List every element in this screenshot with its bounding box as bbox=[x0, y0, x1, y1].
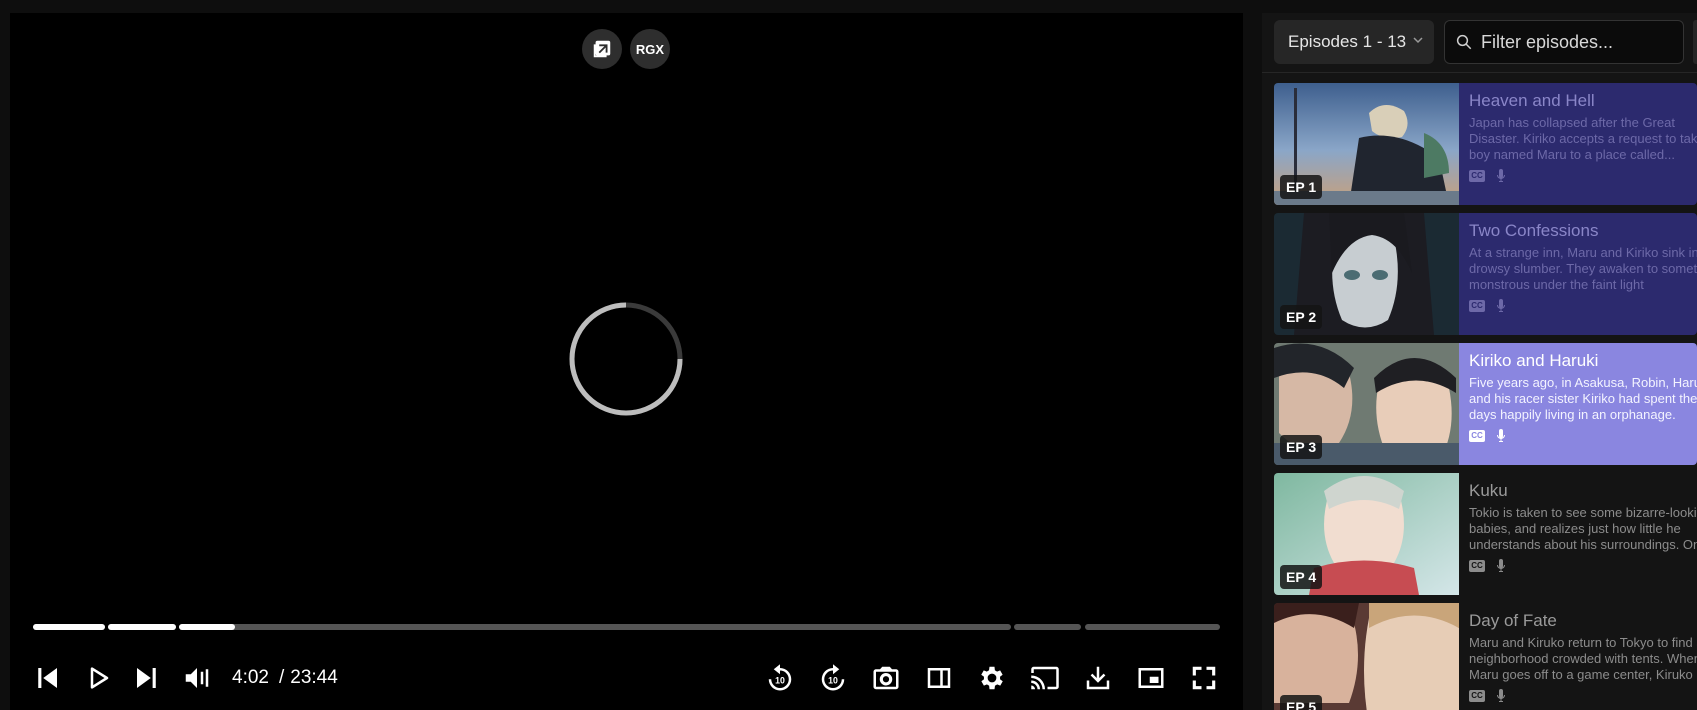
progress-fill bbox=[108, 624, 176, 630]
picture-in-picture-icon[interactable] bbox=[1132, 659, 1170, 697]
chapter-segment bbox=[179, 624, 1011, 630]
episode-thumbnail: EP 4 bbox=[1274, 473, 1459, 595]
cc-icon: CC bbox=[1469, 430, 1485, 442]
cc-icon: CC bbox=[1469, 560, 1485, 572]
episode-meta: CC bbox=[1469, 689, 1687, 703]
seek-bar[interactable] bbox=[33, 624, 1220, 630]
episode-range-label: Episodes 1 - 13 bbox=[1288, 32, 1407, 51]
skip-previous-icon[interactable] bbox=[28, 659, 66, 697]
current-time: 4:02 bbox=[232, 667, 269, 688]
episode-info: Kiriko and Haruki Five years ago, in Asa… bbox=[1459, 343, 1697, 465]
fullscreen-icon[interactable] bbox=[1185, 659, 1223, 697]
filter-episodes-input[interactable] bbox=[1481, 31, 1681, 53]
episode-meta: CC bbox=[1469, 299, 1687, 313]
sidebar-extra-button[interactable] bbox=[1693, 20, 1697, 64]
mic-icon bbox=[1496, 429, 1506, 442]
episode-description: Japan has collapsed after the Great Disa… bbox=[1469, 115, 1697, 162]
volume-icon[interactable] bbox=[178, 659, 216, 697]
episode-number-badge: EP 2 bbox=[1280, 305, 1323, 329]
episode-title: Two Confessions bbox=[1469, 221, 1599, 240]
player-top-actions: RGX bbox=[582, 29, 670, 69]
episode-card-5[interactable]: EP 5 Day of Fate Maru and Kiruko return … bbox=[1274, 603, 1697, 710]
episode-thumbnail: EP 5 bbox=[1274, 603, 1459, 710]
episode-title: Kuku bbox=[1469, 481, 1508, 500]
cc-icon: CC bbox=[1469, 690, 1485, 702]
episode-card-2[interactable]: EP 2 Two Confessions At a strange inn, M… bbox=[1274, 213, 1697, 335]
episode-description: Five years ago, in Asakusa, Robin, Haruk… bbox=[1469, 375, 1697, 422]
episode-card-3[interactable]: EP 3 Kiriko and Haruki Five years ago, i… bbox=[1274, 343, 1697, 465]
progress-fill bbox=[33, 624, 105, 630]
episode-thumbnail: EP 3 bbox=[1274, 343, 1459, 465]
episode-meta: CC bbox=[1469, 169, 1687, 183]
episode-thumbnail: EP 1 bbox=[1274, 83, 1459, 205]
episode-info: Heaven and Hell Japan has collapsed afte… bbox=[1459, 83, 1697, 205]
episode-number-badge: EP 3 bbox=[1280, 435, 1323, 459]
episode-info: Two Confessions At a strange inn, Maru a… bbox=[1459, 213, 1697, 335]
settings-gear-icon[interactable] bbox=[973, 659, 1011, 697]
episode-number-badge: EP 4 bbox=[1280, 565, 1323, 589]
search-icon bbox=[1456, 34, 1472, 50]
rewind-10-icon[interactable]: 10 bbox=[761, 659, 799, 697]
episode-info: Kuku Tokio is taken to see some bizarre-… bbox=[1459, 473, 1697, 595]
episode-sidebar: Episodes 1 - 13 Filter episodes... EP 1 … bbox=[1262, 13, 1697, 710]
mic-icon bbox=[1496, 689, 1506, 702]
episode-info: Day of Fate Maru and Kiruko return to To… bbox=[1459, 603, 1697, 710]
theater-mode-icon[interactable] bbox=[920, 659, 958, 697]
anime-player-page: RGX 4:02 / 23:44 10 10 Episodes 1 - 13 F… bbox=[0, 0, 1697, 710]
svg-text:10: 10 bbox=[775, 676, 785, 686]
episode-card-4[interactable]: EP 4 Kuku Tokio is taken to see some biz… bbox=[1274, 473, 1697, 595]
screenshot-icon[interactable] bbox=[867, 659, 905, 697]
episode-card-1[interactable]: EP 1 Heaven and Hell Japan has collapsed… bbox=[1274, 83, 1697, 205]
episode-meta: CC bbox=[1469, 559, 1687, 573]
play-icon[interactable] bbox=[78, 659, 116, 697]
episode-title: Heaven and Hell bbox=[1469, 91, 1595, 110]
episode-title: Kiriko and Haruki bbox=[1469, 351, 1599, 370]
chevron-down-icon bbox=[1413, 37, 1423, 44]
progress-fill bbox=[179, 624, 235, 630]
chapter-segment bbox=[1085, 624, 1220, 630]
mic-icon bbox=[1496, 169, 1506, 182]
episode-number-badge: EP 1 bbox=[1280, 175, 1323, 199]
player-controls: 4:02/23:44 10 10 bbox=[10, 653, 1243, 703]
total-time: 23:44 bbox=[290, 667, 338, 688]
cast-icon[interactable] bbox=[1026, 659, 1064, 697]
popout-icon[interactable] bbox=[582, 29, 622, 69]
episode-title: Day of Fate bbox=[1469, 611, 1557, 630]
episode-filter bbox=[1444, 20, 1684, 64]
chapter-segment bbox=[1014, 624, 1081, 630]
time-display: 4:02/23:44 bbox=[232, 667, 338, 688]
episode-description: Maru and Kiruko return to Tokyo to find … bbox=[1469, 635, 1697, 682]
forward-10-icon[interactable]: 10 bbox=[814, 659, 852, 697]
download-icon[interactable] bbox=[1079, 659, 1117, 697]
episode-list-header: Episodes 1 - 13 bbox=[1262, 13, 1697, 73]
episode-number-badge: EP 5 bbox=[1280, 695, 1323, 710]
svg-text:10: 10 bbox=[828, 676, 838, 686]
rgx-button[interactable]: RGX bbox=[630, 29, 670, 69]
loading-spinner bbox=[569, 302, 683, 416]
cc-icon: CC bbox=[1469, 170, 1485, 182]
skip-next-icon[interactable] bbox=[128, 659, 166, 697]
episode-list: EP 1 Heaven and Hell Japan has collapsed… bbox=[1274, 83, 1697, 710]
mic-icon bbox=[1496, 299, 1506, 312]
episode-meta: CC bbox=[1469, 429, 1687, 443]
episode-description: Tokio is taken to see some bizarre-looki… bbox=[1469, 505, 1697, 552]
episode-description: At a strange inn, Maru and Kiriko sink i… bbox=[1469, 245, 1697, 292]
video-player[interactable]: RGX 4:02 / 23:44 10 10 bbox=[10, 13, 1243, 710]
mic-icon bbox=[1496, 559, 1506, 572]
cc-icon: CC bbox=[1469, 300, 1485, 312]
episode-thumbnail: EP 2 bbox=[1274, 213, 1459, 335]
episode-range-select[interactable]: Episodes 1 - 13 bbox=[1274, 20, 1434, 64]
